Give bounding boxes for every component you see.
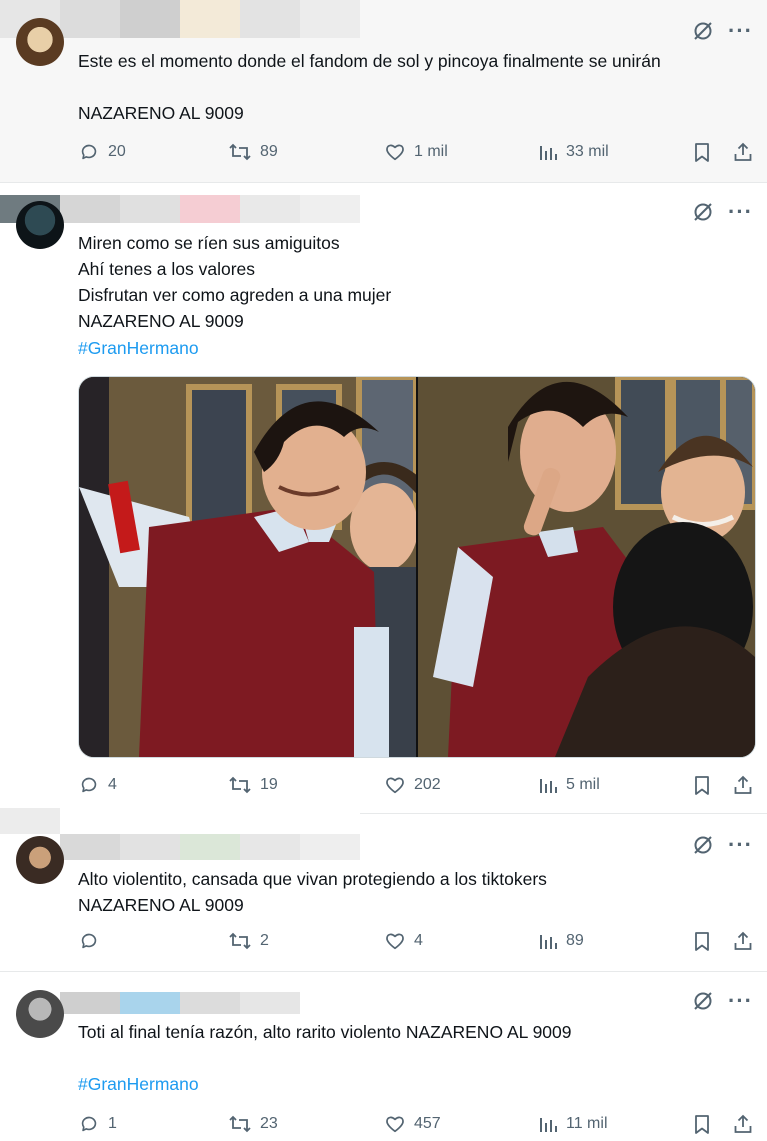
reply-count: 1 — [108, 1115, 117, 1132]
bookmark-icon — [695, 143, 709, 162]
tweet-3[interactable]: ··· Alto violentito, cansada que vivan p… — [0, 808, 767, 972]
share-icon — [734, 142, 752, 161]
views-count: 89 — [566, 932, 584, 949]
reply-button[interactable] — [78, 930, 108, 952]
views-button[interactable]: 5 mil — [538, 774, 600, 796]
heart-icon — [386, 933, 404, 950]
bookmark-icon — [695, 932, 709, 951]
share-button[interactable] — [732, 930, 754, 952]
views-button[interactable]: 33 mil — [538, 141, 609, 163]
retweet-button[interactable]: 2 — [228, 930, 269, 952]
hashtag-link[interactable]: #GranHermano — [78, 1071, 747, 1097]
media-gallery[interactable] — [78, 376, 756, 758]
bookmark-button[interactable] — [692, 141, 712, 163]
avatar[interactable] — [16, 201, 64, 249]
heart-icon — [386, 1116, 404, 1133]
bookmark-icon — [695, 776, 709, 795]
views-count: 11 mil — [566, 1115, 608, 1132]
tweet-text: Toti al final tenía razón, alto rarito v… — [78, 1022, 572, 1042]
tweet-text: Miren como se ríen sus amiguitos Ahí ten… — [78, 233, 392, 331]
share-icon — [734, 775, 752, 794]
views-chart-icon — [540, 146, 557, 160]
retweet-icon — [229, 1115, 251, 1133]
views-chart-icon — [540, 779, 557, 793]
reply-icon — [81, 144, 97, 160]
bookmark-button[interactable] — [692, 774, 712, 796]
tweet-2[interactable]: ··· Miren como se ríen sus amiguitos Ahí… — [0, 183, 767, 814]
retweet-count: 19 — [260, 776, 278, 793]
like-count: 202 — [414, 776, 441, 793]
retweet-count: 2 — [260, 932, 269, 949]
tweet-4[interactable]: ··· Toti al final tenía razón, alto rari… — [0, 972, 767, 1141]
share-icon — [734, 931, 752, 950]
share-button[interactable] — [732, 1113, 754, 1135]
more-icon[interactable]: ··· — [728, 834, 753, 856]
grok-icon[interactable] — [692, 990, 714, 1012]
share-button[interactable] — [732, 141, 754, 163]
hashtag-link[interactable]: #GranHermano — [78, 335, 747, 361]
retweet-icon — [229, 143, 251, 161]
action-bar: 1 23 457 11 mil — [78, 1113, 754, 1141]
reply-icon — [81, 777, 97, 793]
retweet-button[interactable]: 23 — [228, 1113, 278, 1135]
action-bar: 20 89 1 mil 33 mil — [78, 141, 754, 169]
like-count: 4 — [414, 932, 423, 949]
retweet-button[interactable]: 19 — [228, 774, 278, 796]
grok-icon[interactable] — [692, 20, 714, 42]
redacted-username-bar — [0, 808, 360, 834]
retweet-icon — [229, 776, 251, 794]
views-count: 33 mil — [566, 143, 609, 160]
share-button[interactable] — [732, 774, 754, 796]
action-bar: 4 19 202 5 mil — [78, 774, 754, 802]
like-count: 457 — [414, 1115, 441, 1132]
more-icon[interactable]: ··· — [728, 20, 753, 42]
tweet-text: Alto violentito, cansada que vivan prote… — [78, 869, 547, 915]
bookmark-icon — [695, 1115, 709, 1134]
reply-count: 20 — [108, 143, 126, 160]
reply-icon — [81, 933, 97, 949]
reply-count: 4 — [108, 776, 117, 793]
tweet-1[interactable]: ··· Este es el momento donde el fandom d… — [0, 0, 767, 183]
avatar[interactable] — [16, 990, 64, 1038]
grok-icon[interactable] — [692, 201, 714, 223]
more-icon[interactable]: ··· — [728, 990, 753, 1012]
like-button[interactable]: 202 — [384, 774, 441, 796]
action-bar: 2 4 89 — [78, 930, 754, 958]
avatar[interactable] — [16, 836, 64, 884]
like-button[interactable]: 1 mil — [384, 141, 448, 163]
heart-icon — [386, 777, 404, 794]
views-chart-icon — [540, 1118, 557, 1132]
reply-icon — [81, 1116, 97, 1132]
retweet-button[interactable]: 89 — [228, 141, 278, 163]
like-button[interactable]: 457 — [384, 1113, 441, 1135]
retweet-count: 23 — [260, 1115, 278, 1132]
retweet-icon — [229, 932, 251, 950]
reply-button[interactable]: 4 — [78, 774, 117, 796]
retweet-count: 89 — [260, 143, 278, 160]
reply-button[interactable]: 1 — [78, 1113, 117, 1135]
share-icon — [734, 1114, 752, 1133]
bookmark-button[interactable] — [692, 1113, 712, 1135]
tweet-text: Este es el momento donde el fandom de so… — [78, 51, 661, 123]
media-image-2[interactable] — [418, 377, 755, 757]
like-button[interactable]: 4 — [384, 930, 423, 952]
grok-icon[interactable] — [692, 834, 714, 856]
more-icon[interactable]: ··· — [728, 201, 753, 223]
reply-button[interactable]: 20 — [78, 141, 126, 163]
views-count: 5 mil — [566, 776, 600, 793]
views-button[interactable]: 11 mil — [538, 1113, 608, 1135]
views-button[interactable]: 89 — [538, 930, 584, 952]
media-image-1[interactable] — [79, 377, 416, 757]
like-count: 1 mil — [414, 143, 448, 160]
heart-icon — [386, 144, 404, 161]
views-chart-icon — [540, 935, 557, 949]
avatar[interactable] — [16, 18, 64, 66]
bookmark-button[interactable] — [692, 930, 712, 952]
